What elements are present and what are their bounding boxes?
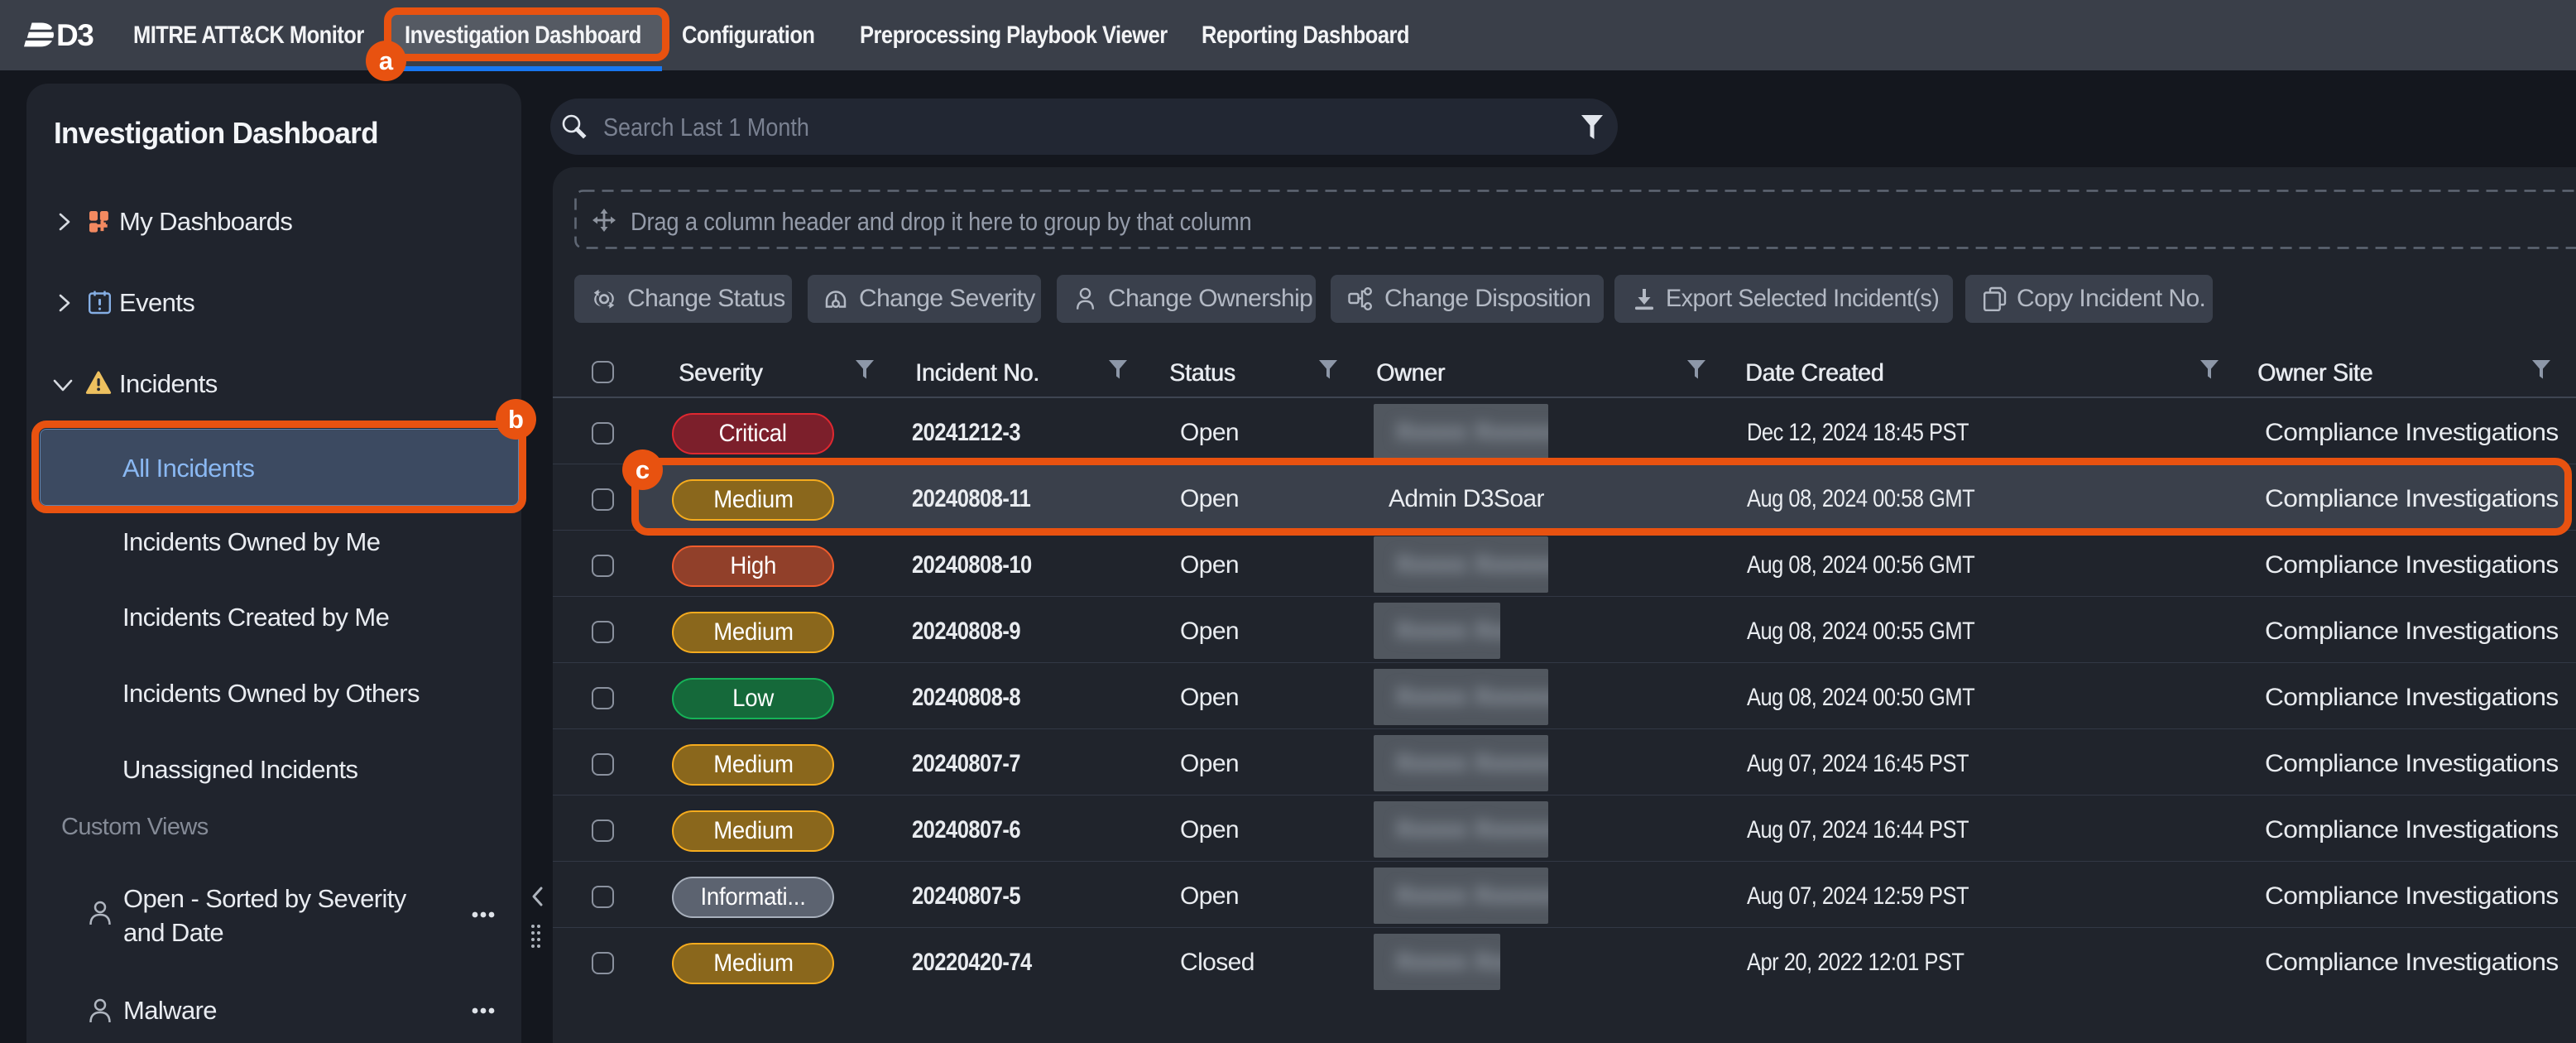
svg-text:D3: D3: [56, 18, 94, 52]
